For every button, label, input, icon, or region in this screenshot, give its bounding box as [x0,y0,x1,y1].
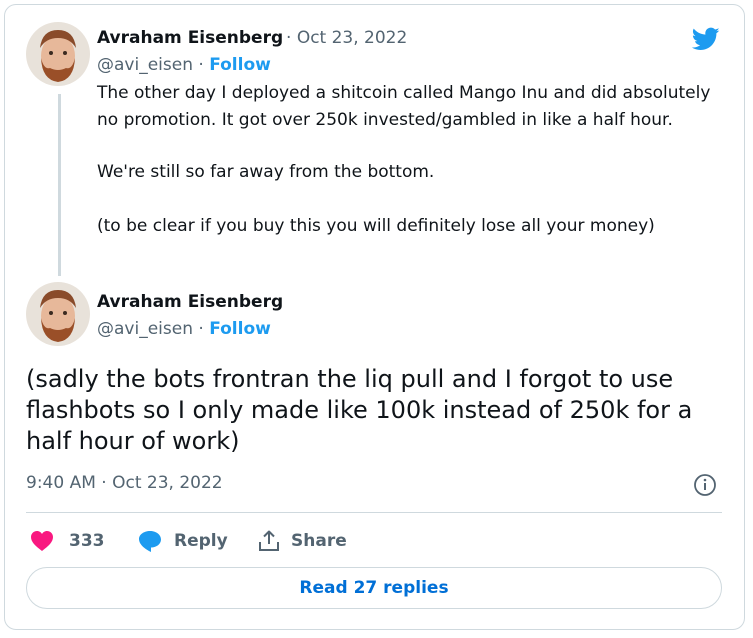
tweet-paragraph: We're still so far away from the bottom. [97,162,435,182]
author-handle[interactable]: @avi_eisen [97,55,193,75]
follow-link[interactable]: Follow [209,55,271,75]
like-button[interactable]: 333 [30,526,105,556]
dot-separator: · [198,319,204,339]
reply-label: Reply [174,531,228,551]
avatar-image [26,22,90,86]
tweet-timestamp[interactable]: 9:40 AM · Oct 23, 2022 [26,473,223,493]
read-replies-button[interactable]: Read 27 replies [26,567,722,609]
main-tweet-text: (sadly the bots frontran the liq pull an… [26,365,693,455]
dot-separator: · [286,28,292,48]
info-circle-icon[interactable] [693,473,717,497]
tweet-body: The other day I deployed a shitcoin call… [97,80,722,239]
tweet-date-line: · Oct 23, 2022 [286,28,407,48]
author-name[interactable]: Avraham Eisenberg [97,28,283,48]
avatar-image [26,282,90,346]
avatar[interactable] [26,282,90,346]
heart-icon [31,531,53,551]
author-handle[interactable]: @avi_eisen [97,319,193,339]
author-name[interactable]: Avraham Eisenberg [97,292,283,312]
speech-bubble-icon [139,531,161,552]
twitter-bird-icon[interactable] [690,25,722,53]
tweet-paragraph: The other day I deployed a shitcoin call… [97,83,711,130]
handle-line: @avi_eisen · Follow [97,55,271,75]
share-label: Share [291,531,347,551]
divider [26,512,722,513]
dot-separator: · [198,55,204,75]
tweet-paragraph: (to be clear if you buy this you will de… [97,215,655,236]
like-count: 333 [69,531,105,551]
follow-link[interactable]: Follow [209,319,271,339]
thread-connector-line [58,94,61,276]
avatar[interactable] [26,22,90,86]
reply-button[interactable]: Reply [138,526,228,556]
share-upload-icon [259,530,279,551]
tweet-date-link[interactable]: Oct 23, 2022 [297,28,408,48]
share-button[interactable]: Share [257,526,347,556]
handle-line: @avi_eisen · Follow [97,319,271,339]
